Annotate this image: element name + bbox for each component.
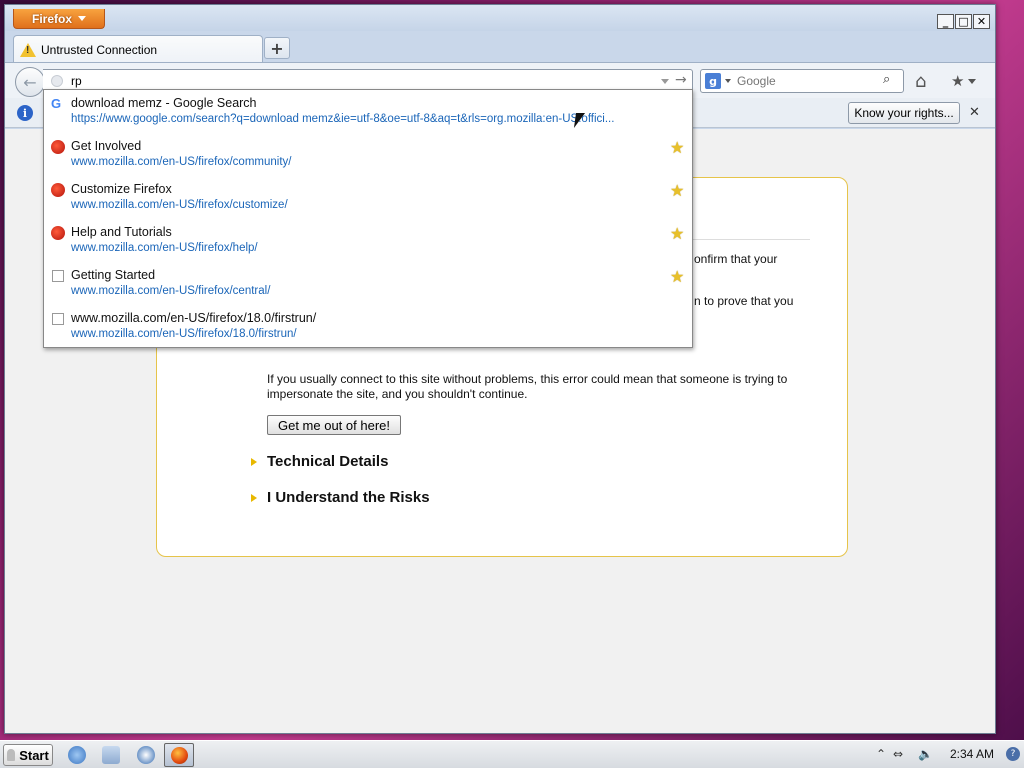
- url-autocomplete-popup: G download memz - Google Search https://…: [43, 89, 693, 348]
- autocomplete-item[interactable]: www.mozilla.com/en-US/firefox/18.0/first…: [44, 305, 692, 348]
- chevron-down-icon: [968, 78, 977, 84]
- folder-quicklaunch-icon[interactable]: [102, 746, 120, 764]
- technical-details-expander[interactable]: Technical Details: [251, 453, 388, 470]
- google-icon: G: [51, 96, 62, 111]
- start-logo-icon: [7, 749, 16, 761]
- info-icon: i: [17, 105, 33, 121]
- firefox-page-icon: [51, 183, 65, 197]
- clock[interactable]: 2:34 AM: [950, 747, 994, 761]
- blank-page-icon: [52, 313, 64, 325]
- site-identity-icon[interactable]: [51, 75, 63, 87]
- firefox-page-icon: [51, 140, 65, 154]
- error-text-fragment: n to prove that you: [694, 294, 794, 308]
- firefox-menu-label: Firefox: [31, 11, 72, 26]
- autocomplete-item[interactable]: G download memz - Google Search https://…: [44, 90, 692, 133]
- tab-untrusted-connection[interactable]: Untrusted Connection: [13, 35, 263, 63]
- triangle-right-icon: [251, 457, 257, 466]
- autocomplete-url: www.mozilla.com/en-US/firefox/customize/: [71, 199, 288, 211]
- volume-icon[interactable]: 🔈: [918, 747, 933, 761]
- error-paragraph: If you usually connect to this site with…: [267, 372, 788, 401]
- minimize-button[interactable]: _: [937, 14, 954, 29]
- autocomplete-url: www.mozilla.com/en-US/firefox/community/: [71, 156, 292, 168]
- autocomplete-item[interactable]: Getting Started www.mozilla.com/en-US/fi…: [44, 262, 692, 305]
- autocomplete-url: www.mozilla.com/en-US/firefox/help/: [71, 242, 258, 254]
- bookmark-star-icon: ★: [670, 224, 685, 243]
- magnifier-icon[interactable]: ⌕: [883, 72, 890, 87]
- autocomplete-title: Help and Tutorials: [71, 225, 172, 239]
- start-button[interactable]: Start: [3, 744, 53, 766]
- autocomplete-title: Customize Firefox: [71, 182, 172, 196]
- home-button[interactable]: ⌂: [915, 71, 926, 92]
- maximize-button[interactable]: □: [955, 14, 972, 29]
- get-me-out-button[interactable]: Get me out of here!: [267, 415, 401, 435]
- firefox-menu-button[interactable]: Firefox: [13, 9, 105, 29]
- know-your-rights-button[interactable]: Know your rights...: [848, 102, 960, 124]
- autocomplete-item[interactable]: Help and Tutorials www.mozilla.com/en-US…: [44, 219, 692, 262]
- warning-icon: [20, 42, 36, 57]
- understand-risks-label: I Understand the Risks: [267, 489, 430, 506]
- chevron-down-icon: [78, 16, 86, 21]
- autocomplete-title: www.mozilla.com/en-US/firefox/18.0/first…: [71, 311, 317, 325]
- autocomplete-item[interactable]: Customize Firefox www.mozilla.com/en-US/…: [44, 176, 692, 219]
- blank-page-icon: [52, 270, 64, 282]
- bookmarks-icon: ★: [951, 72, 965, 90]
- close-window-button[interactable]: ✕: [973, 14, 990, 29]
- chevron-down-icon[interactable]: [725, 79, 731, 83]
- taskbar: Start ⌃ ⇔ 🔈 2:34 AM ?: [0, 740, 1024, 768]
- tray-expand-icon[interactable]: ⌃: [876, 747, 886, 761]
- technical-details-label: Technical Details: [267, 453, 389, 470]
- help-icon[interactable]: ?: [1006, 747, 1020, 761]
- autocomplete-url: www.mozilla.com/en-US/firefox/central/: [71, 285, 271, 297]
- network-icon[interactable]: ⇔: [893, 747, 903, 761]
- autocomplete-title: Get Involved: [71, 139, 142, 153]
- firefox-icon: [170, 746, 188, 764]
- search-bar[interactable]: g ⌕: [700, 69, 904, 93]
- bookmark-star-icon: ★: [670, 267, 685, 286]
- bookmark-star-icon: ★: [670, 181, 685, 200]
- autocomplete-url: www.mozilla.com/en-US/firefox/18.0/first…: [71, 328, 297, 340]
- browser-quicklaunch-icon[interactable]: [68, 746, 86, 764]
- understand-risks-expander[interactable]: I Understand the Risks: [251, 489, 430, 506]
- taskbar-firefox-button[interactable]: [164, 743, 194, 767]
- autocomplete-title: Getting Started: [71, 268, 156, 282]
- error-text-fragment: onfirm that your: [694, 252, 778, 266]
- bookmarks-menu-button[interactable]: ★: [951, 71, 987, 91]
- back-button[interactable]: ←: [15, 67, 45, 97]
- new-tab-button[interactable]: +: [264, 37, 290, 59]
- autocomplete-item[interactable]: Get Involved www.mozilla.com/en-US/firef…: [44, 133, 692, 176]
- url-history-dropdown-icon[interactable]: [661, 79, 669, 84]
- tab-label: Untrusted Connection: [41, 42, 158, 57]
- triangle-right-icon: [251, 493, 257, 502]
- search-quicklaunch-icon[interactable]: [137, 746, 155, 764]
- bookmark-star-icon: ★: [670, 138, 685, 157]
- google-engine-icon[interactable]: g: [705, 73, 721, 89]
- url-input[interactable]: [71, 73, 631, 89]
- title-bar: Firefox _ □ ✕: [5, 5, 995, 31]
- go-arrow-icon[interactable]: →: [675, 72, 687, 88]
- search-input[interactable]: [737, 73, 877, 89]
- autocomplete-url: https://www.google.com/search?q=download…: [71, 113, 615, 125]
- autocomplete-title: download memz - Google Search: [71, 96, 257, 110]
- start-label: Start: [19, 747, 49, 763]
- close-icon[interactable]: ✕: [969, 105, 980, 120]
- firefox-page-icon: [51, 226, 65, 240]
